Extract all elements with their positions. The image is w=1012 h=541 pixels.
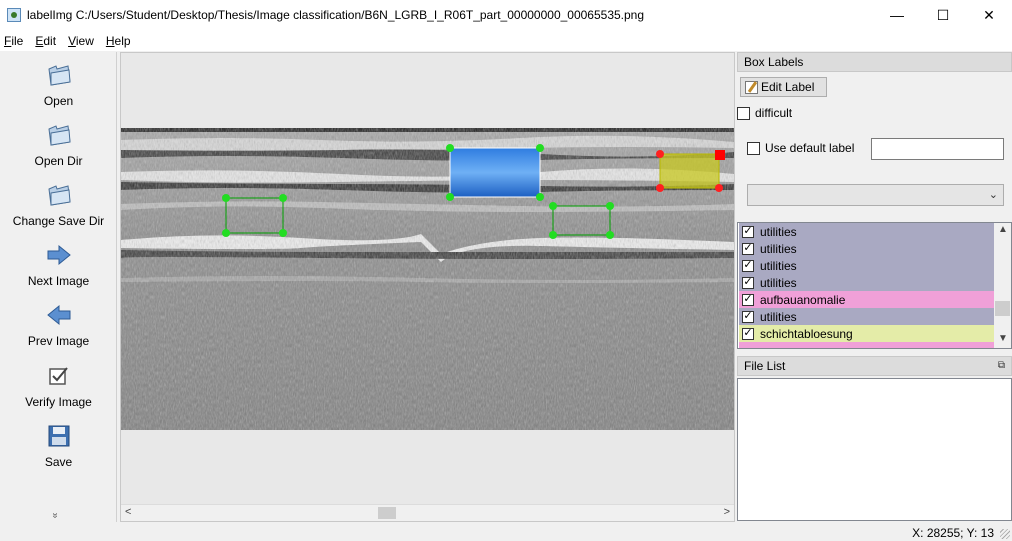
title-bar: labelImg C:/Users/Student/Desktop/Thesis… — [0, 0, 1012, 30]
label-checkbox[interactable]: ✓ — [742, 242, 754, 255]
scroll-thumb[interactable] — [378, 507, 396, 519]
right-dock: Box Labels Edit Label difficult Use defa… — [737, 52, 1012, 521]
list-item[interactable]: ✓ utilities — [739, 257, 995, 274]
folder-icon — [46, 122, 72, 148]
minimize-button[interactable]: — — [874, 0, 920, 30]
labelimg-app-icon — [7, 8, 21, 22]
checkbox-check-icon — [46, 363, 72, 389]
use-default-label-row[interactable]: Use default label — [747, 141, 854, 155]
prev-image-label: Prev Image — [27, 334, 90, 348]
list-item[interactable]: ✓ aufbauanomalie — [739, 291, 995, 308]
folder-icon — [46, 182, 72, 208]
scroll-up-icon[interactable]: ▲ — [998, 224, 1008, 235]
list-item[interactable] — [739, 342, 995, 348]
list-item[interactable]: ✓ utilities — [739, 308, 995, 325]
bbox-selected[interactable] — [449, 147, 541, 198]
open-label: Open — [43, 94, 74, 108]
open-dir-button[interactable]: Open Dir — [0, 122, 117, 168]
label-checkbox[interactable]: ✓ — [742, 225, 754, 238]
next-image-button[interactable]: Next Image — [0, 242, 117, 288]
change-save-dir-label: Change Save Dir — [12, 214, 105, 228]
menu-view[interactable]: View — [62, 34, 100, 48]
folder-icon — [46, 62, 72, 88]
use-default-label-text: Use default label — [765, 141, 855, 155]
list-item[interactable]: ✓ utilities — [739, 223, 995, 240]
maximize-button[interactable]: ☐ — [920, 0, 966, 30]
file-list[interactable] — [737, 378, 1012, 521]
list-item[interactable]: ✓ utilities — [739, 274, 995, 291]
resize-grip-icon[interactable] — [1000, 529, 1010, 539]
edit-label-button[interactable]: Edit Label — [740, 77, 827, 97]
use-default-label-checkbox[interactable] — [747, 141, 760, 155]
chevron-down-icon: ⌄ — [988, 189, 998, 201]
label-checkbox[interactable]: ✓ — [742, 293, 754, 306]
list-item[interactable]: ✓ schichtabloesung — [739, 325, 995, 342]
list-item[interactable]: ✓ utilities — [739, 240, 995, 257]
label-checkbox[interactable]: ✓ — [742, 310, 754, 323]
scroll-down-icon[interactable]: ▼ — [998, 333, 1008, 344]
save-button[interactable]: Save — [0, 423, 117, 469]
float-window-icon[interactable]: ⧉ — [998, 360, 1005, 371]
radargram-svg — [121, 128, 734, 430]
scroll-thumb[interactable] — [995, 301, 1010, 316]
open-button[interactable]: Open — [0, 62, 117, 108]
window-controls: — ☐ ✕ — [874, 0, 1012, 30]
difficult-label: difficult — [755, 106, 793, 120]
horizontal-scrollbar[interactable]: < > — [121, 504, 734, 521]
difficult-checkbox[interactable] — [737, 106, 750, 120]
arrow-right-icon — [46, 242, 72, 268]
difficult-checkbox-row[interactable]: difficult — [737, 106, 792, 120]
file-list-header: File List ⧉ — [737, 356, 1012, 376]
menu-edit[interactable]: Edit — [29, 34, 62, 48]
left-toolbar: Open Open Dir Change Save Dir Next Image… — [0, 52, 117, 522]
bbox-schichtabloesung[interactable] — [659, 153, 720, 189]
canvas-background — [121, 53, 734, 128]
window-title: labelImg C:/Users/Student/Desktop/Thesis… — [27, 8, 645, 22]
toolbar-more-icon[interactable]: » — [49, 513, 60, 519]
label-combobox[interactable]: ⌄ — [747, 184, 1004, 206]
label-checkbox[interactable]: ✓ — [742, 259, 754, 272]
default-label-input[interactable] — [871, 138, 1004, 160]
scroll-left-icon[interactable]: < — [125, 506, 131, 518]
file-list-title: File List — [744, 359, 786, 373]
label-checkbox[interactable]: ✓ — [742, 276, 754, 289]
next-image-label: Next Image — [27, 274, 90, 288]
menu-bar: File Edit View Help — [0, 30, 1012, 51]
verify-image-button[interactable]: Verify Image — [0, 363, 117, 409]
image-canvas[interactable]: < > — [120, 52, 735, 522]
cursor-coordinates: X: 28255; Y: 13 — [912, 526, 994, 540]
box-labels-header: Box Labels — [737, 52, 1012, 72]
close-button[interactable]: ✕ — [966, 0, 1012, 30]
radar-image[interactable] — [121, 128, 734, 430]
vertical-scrollbar[interactable]: ▲ ▼ — [994, 223, 1011, 348]
save-label: Save — [44, 455, 73, 469]
verify-image-label: Verify Image — [25, 395, 92, 409]
edit-label-text: Edit Label — [761, 80, 815, 94]
pencil-icon — [745, 80, 758, 94]
status-bar: X: 28255; Y: 13 — [0, 522, 1012, 541]
label-list[interactable]: ✓ utilities ✓ utilities ✓ utilities ✓ utilit… — [737, 222, 1012, 349]
change-save-dir-button[interactable]: Change Save Dir — [0, 182, 117, 228]
label-checkbox[interactable]: ✓ — [742, 327, 754, 340]
floppy-disk-icon — [46, 423, 72, 449]
open-dir-label: Open Dir — [34, 154, 83, 168]
scroll-right-icon[interactable]: > — [724, 506, 730, 518]
arrow-left-icon — [46, 302, 72, 328]
menu-help[interactable]: Help — [100, 34, 137, 48]
prev-image-button[interactable]: Prev Image — [0, 302, 117, 348]
menu-file[interactable]: File — [0, 34, 29, 48]
